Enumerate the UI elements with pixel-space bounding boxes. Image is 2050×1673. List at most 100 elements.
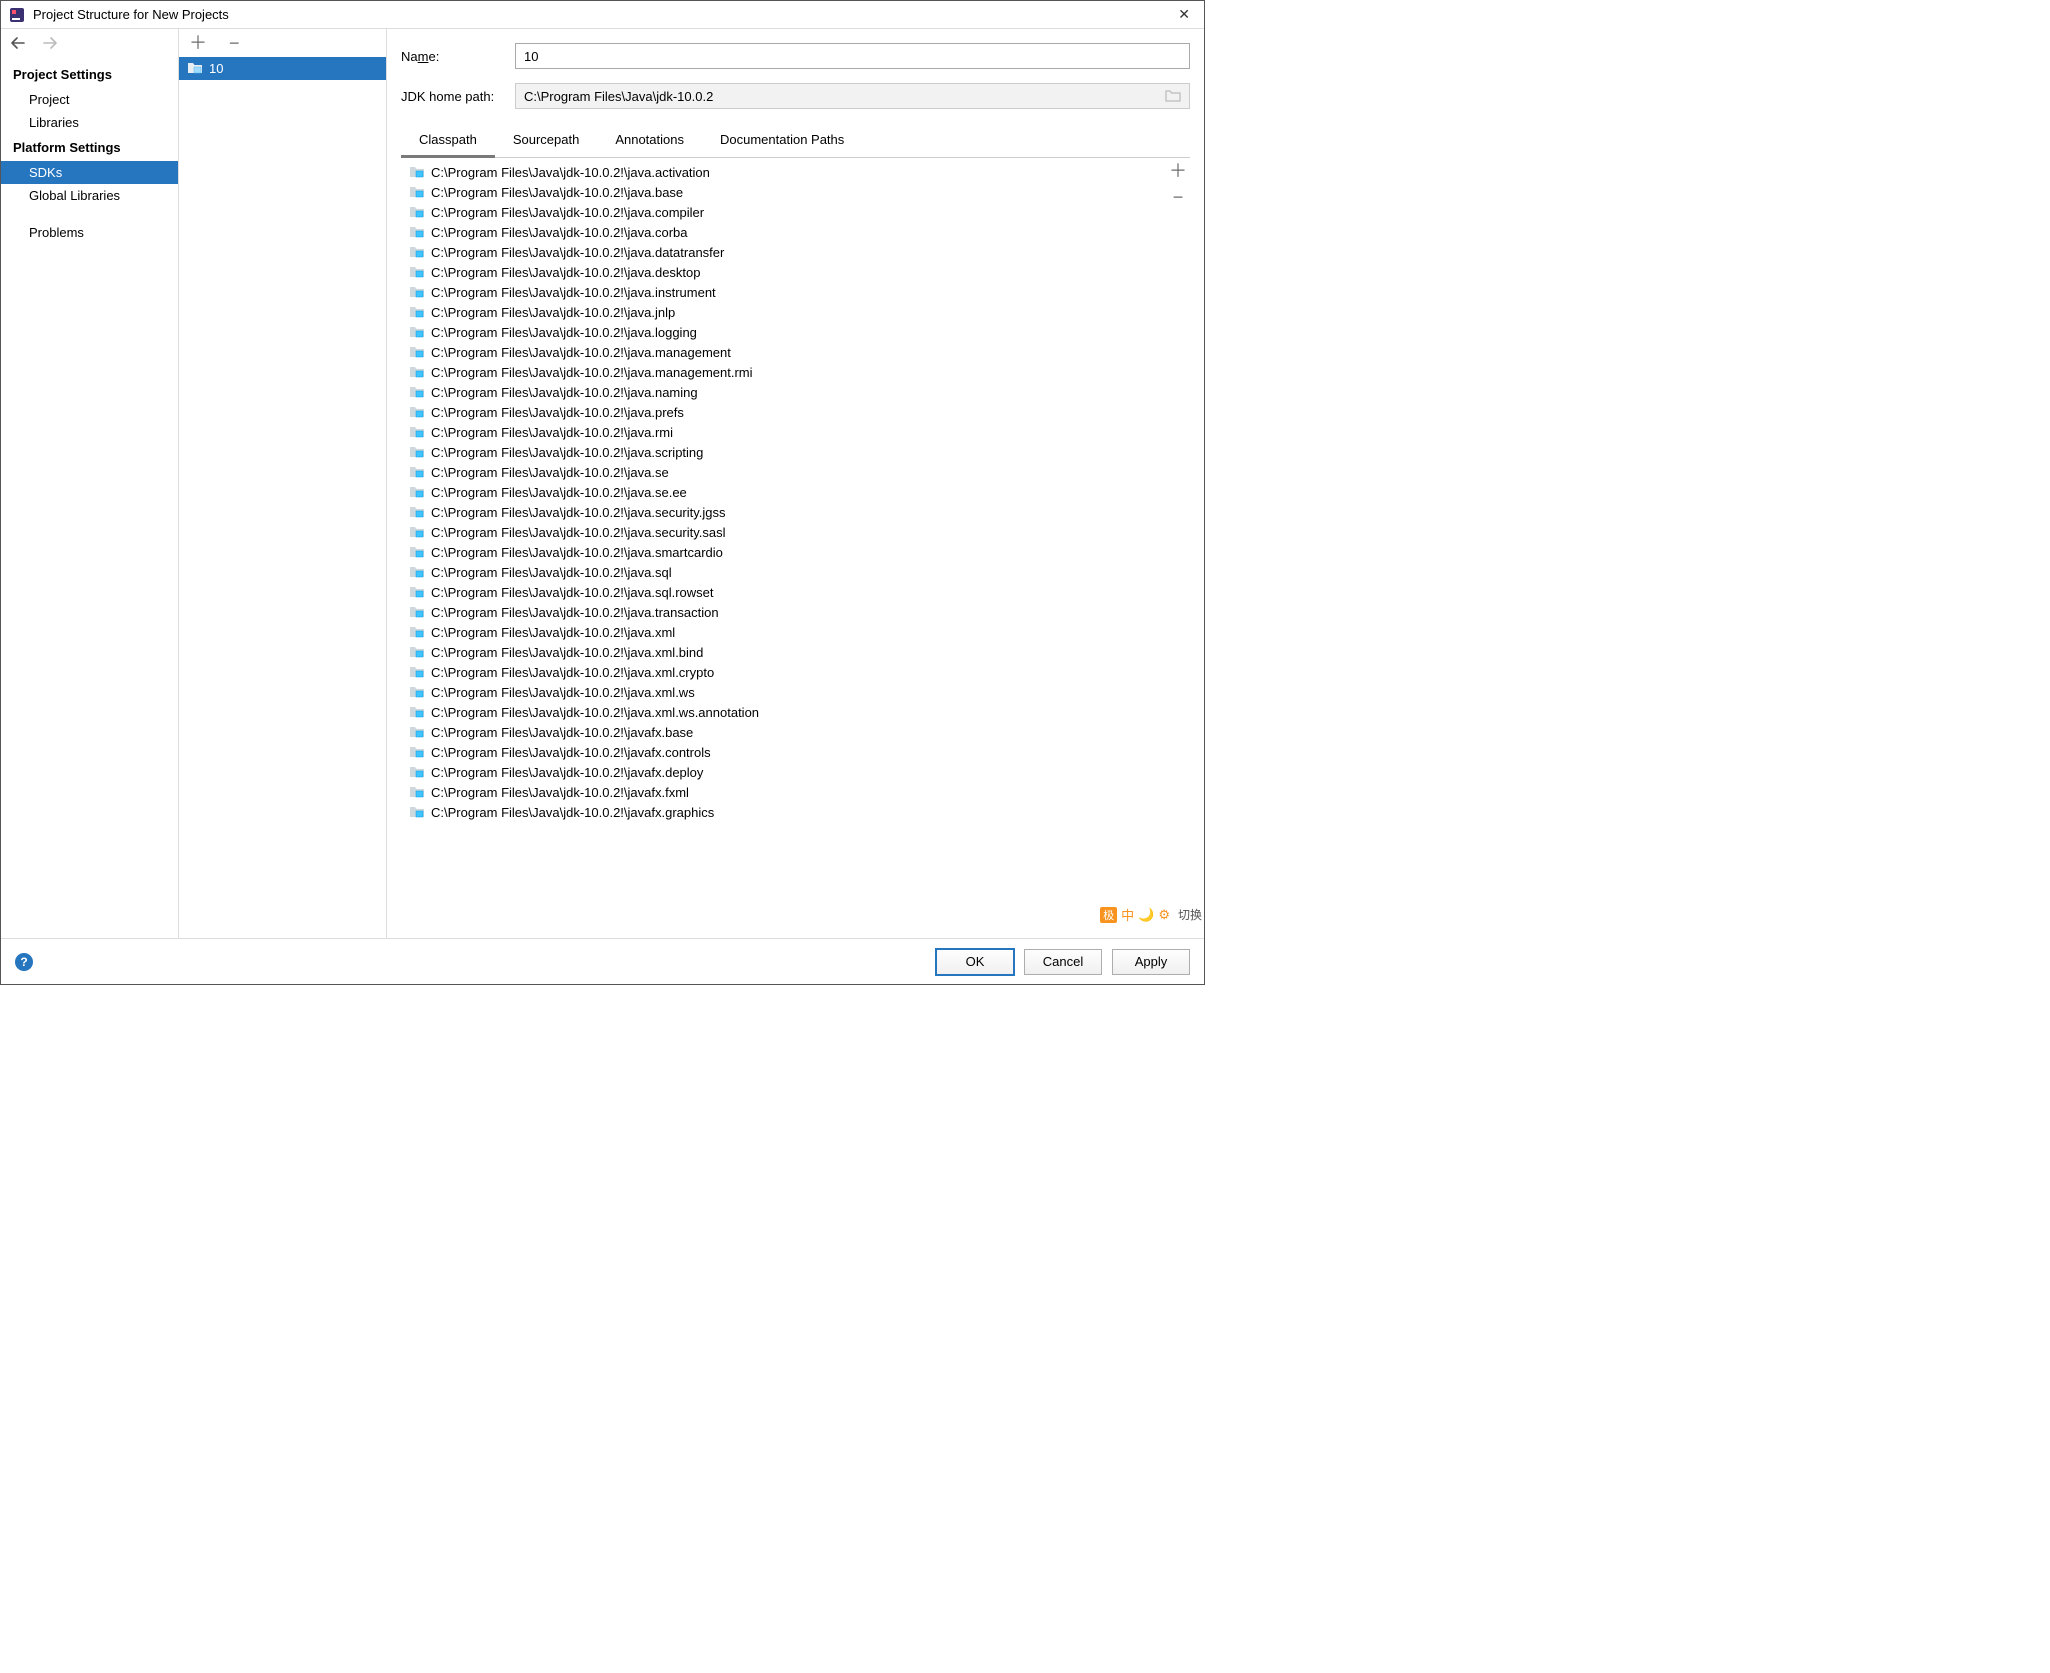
classpath-row[interactable]: C:\Program Files\Java\jdk-10.0.2!\java.m…: [405, 362, 1166, 382]
library-folder-icon: [409, 244, 425, 261]
ime-settings-icon[interactable]: ⚙: [1158, 907, 1170, 923]
ok-button[interactable]: OK: [936, 949, 1014, 975]
classpath-panel: C:\Program Files\Java\jdk-10.0.2!\java.a…: [401, 158, 1190, 938]
classpath-text: C:\Program Files\Java\jdk-10.0.2!\java.s…: [431, 525, 726, 540]
nav-item-global-libraries[interactable]: Global Libraries: [1, 184, 178, 207]
help-icon[interactable]: ?: [15, 953, 33, 971]
classpath-text: C:\Program Files\Java\jdk-10.0.2!\java.j…: [431, 305, 675, 320]
remove-sdk-icon[interactable]: −: [229, 34, 240, 52]
library-folder-icon: [409, 404, 425, 421]
classpath-text: C:\Program Files\Java\jdk-10.0.2!\java.m…: [431, 365, 753, 380]
classpath-row[interactable]: C:\Program Files\Java\jdk-10.0.2!\java.d…: [405, 242, 1166, 262]
classpath-row[interactable]: C:\Program Files\Java\jdk-10.0.2!\java.s…: [405, 542, 1166, 562]
sdk-tabs: ClasspathSourcepathAnnotationsDocumentat…: [401, 123, 1190, 158]
classpath-row[interactable]: C:\Program Files\Java\jdk-10.0.2!\java.b…: [405, 182, 1166, 202]
classpath-row[interactable]: C:\Program Files\Java\jdk-10.0.2!\java.m…: [405, 342, 1166, 362]
nav-item-libraries[interactable]: Libraries: [1, 111, 178, 134]
tab-sourcepath[interactable]: Sourcepath: [495, 124, 598, 158]
back-icon[interactable]: [11, 37, 25, 49]
sdk-item-label: 10: [209, 61, 223, 76]
classpath-text: C:\Program Files\Java\jdk-10.0.2!\java.a…: [431, 165, 710, 180]
classpath-row[interactable]: C:\Program Files\Java\jdk-10.0.2!\javafx…: [405, 762, 1166, 782]
tab-documentation-paths[interactable]: Documentation Paths: [702, 124, 862, 158]
classpath-row[interactable]: C:\Program Files\Java\jdk-10.0.2!\java.s…: [405, 442, 1166, 462]
classpath-row[interactable]: C:\Program Files\Java\jdk-10.0.2!\java.r…: [405, 422, 1166, 442]
nav-item-project[interactable]: Project: [1, 88, 178, 111]
classpath-row[interactable]: C:\Program Files\Java\jdk-10.0.2!\java.s…: [405, 462, 1166, 482]
classpath-text: C:\Program Files\Java\jdk-10.0.2!\javafx…: [431, 765, 703, 780]
library-folder-icon: [409, 644, 425, 661]
browse-folder-icon[interactable]: [1165, 88, 1181, 105]
sdk-details: Name: JDK home path: C:\Program Files\Ja…: [387, 29, 1204, 938]
classpath-text: C:\Program Files\Java\jdk-10.0.2!\java.x…: [431, 685, 695, 700]
classpath-row[interactable]: C:\Program Files\Java\jdk-10.0.2!\java.s…: [405, 482, 1166, 502]
classpath-row[interactable]: C:\Program Files\Java\jdk-10.0.2!\java.j…: [405, 302, 1166, 322]
classpath-text: C:\Program Files\Java\jdk-10.0.2!\java.s…: [431, 445, 703, 460]
add-sdk-icon[interactable]: ＋: [189, 34, 207, 52]
path-row: JDK home path: C:\Program Files\Java\jdk…: [401, 83, 1190, 109]
classpath-remove-icon[interactable]: −: [1173, 188, 1184, 206]
forward-icon[interactable]: [43, 37, 57, 49]
classpath-row[interactable]: C:\Program Files\Java\jdk-10.0.2!\java.s…: [405, 502, 1166, 522]
tab-annotations[interactable]: Annotations: [597, 124, 702, 158]
classpath-row[interactable]: C:\Program Files\Java\jdk-10.0.2!\java.x…: [405, 702, 1166, 722]
sdk-item[interactable]: 10: [179, 57, 386, 80]
cancel-button[interactable]: Cancel: [1024, 949, 1102, 975]
ime-switch[interactable]: 切换: [1178, 906, 1202, 923]
classpath-row[interactable]: C:\Program Files\Java\jdk-10.0.2!\java.s…: [405, 522, 1166, 542]
classpath-row[interactable]: C:\Program Files\Java\jdk-10.0.2!\javafx…: [405, 722, 1166, 742]
library-folder-icon: [409, 424, 425, 441]
classpath-row[interactable]: C:\Program Files\Java\jdk-10.0.2!\java.i…: [405, 282, 1166, 302]
library-folder-icon: [409, 264, 425, 281]
classpath-row[interactable]: C:\Program Files\Java\jdk-10.0.2!\java.x…: [405, 682, 1166, 702]
classpath-row[interactable]: C:\Program Files\Java\jdk-10.0.2!\javafx…: [405, 802, 1166, 822]
nav-item-sdks[interactable]: SDKs: [1, 161, 178, 184]
library-folder-icon: [409, 584, 425, 601]
classpath-row[interactable]: C:\Program Files\Java\jdk-10.0.2!\java.c…: [405, 222, 1166, 242]
apply-button[interactable]: Apply: [1112, 949, 1190, 975]
classpath-row[interactable]: C:\Program Files\Java\jdk-10.0.2!\java.l…: [405, 322, 1166, 342]
classpath-row[interactable]: C:\Program Files\Java\jdk-10.0.2!\java.t…: [405, 602, 1166, 622]
nav-item-problems[interactable]: Problems: [1, 221, 178, 244]
ime-moon-icon[interactable]: 🌙: [1138, 907, 1154, 923]
library-folder-icon: [409, 744, 425, 761]
library-folder-icon: [409, 224, 425, 241]
close-icon[interactable]: ✕: [1172, 6, 1196, 23]
classpath-row[interactable]: C:\Program Files\Java\jdk-10.0.2!\java.c…: [405, 202, 1166, 222]
classpath-row[interactable]: C:\Program Files\Java\jdk-10.0.2!\java.a…: [405, 162, 1166, 182]
classpath-row[interactable]: C:\Program Files\Java\jdk-10.0.2!\java.x…: [405, 662, 1166, 682]
classpath-text: C:\Program Files\Java\jdk-10.0.2!\java.x…: [431, 705, 759, 720]
classpath-text: C:\Program Files\Java\jdk-10.0.2!\java.x…: [431, 645, 703, 660]
sdk-name-input[interactable]: [515, 43, 1190, 69]
library-folder-icon: [409, 384, 425, 401]
titlebar: Project Structure for New Projects ✕: [1, 1, 1204, 29]
name-row: Name:: [401, 43, 1190, 69]
library-folder-icon: [409, 484, 425, 501]
classpath-add-icon[interactable]: ＋: [1169, 162, 1187, 180]
ime-badge[interactable]: 极: [1100, 907, 1117, 923]
classpath-row[interactable]: C:\Program Files\Java\jdk-10.0.2!\javafx…: [405, 782, 1166, 802]
project-structure-dialog: Project Structure for New Projects ✕ Pro…: [0, 0, 1205, 985]
classpath-row[interactable]: C:\Program Files\Java\jdk-10.0.2!\java.s…: [405, 562, 1166, 582]
classpath-row[interactable]: C:\Program Files\Java\jdk-10.0.2!\java.x…: [405, 642, 1166, 662]
library-folder-icon: [409, 364, 425, 381]
jdk-home-path-input[interactable]: C:\Program Files\Java\jdk-10.0.2: [515, 83, 1190, 109]
classpath-text: C:\Program Files\Java\jdk-10.0.2!\java.b…: [431, 185, 683, 200]
classpath-row[interactable]: C:\Program Files\Java\jdk-10.0.2!\java.d…: [405, 262, 1166, 282]
ime-lang[interactable]: 中: [1121, 905, 1134, 924]
classpath-text: C:\Program Files\Java\jdk-10.0.2!\java.x…: [431, 625, 675, 640]
classpath-row[interactable]: C:\Program Files\Java\jdk-10.0.2!\java.n…: [405, 382, 1166, 402]
tab-classpath[interactable]: Classpath: [401, 124, 495, 158]
classpath-text: C:\Program Files\Java\jdk-10.0.2!\java.c…: [431, 225, 688, 240]
classpath-row[interactable]: C:\Program Files\Java\jdk-10.0.2!\java.p…: [405, 402, 1166, 422]
nav-items: Project SettingsProjectLibrariesPlatform…: [1, 57, 178, 938]
ime-overlay: 极 中 🌙 ⚙ 切换: [1098, 905, 1204, 924]
classpath-text: C:\Program Files\Java\jdk-10.0.2!\java.s…: [431, 465, 669, 480]
classpath-row[interactable]: C:\Program Files\Java\jdk-10.0.2!\java.x…: [405, 622, 1166, 642]
folder-icon: [187, 60, 203, 77]
classpath-row[interactable]: C:\Program Files\Java\jdk-10.0.2!\java.s…: [405, 582, 1166, 602]
name-label: Name:: [401, 49, 515, 64]
classpath-row[interactable]: C:\Program Files\Java\jdk-10.0.2!\javafx…: [405, 742, 1166, 762]
window-title: Project Structure for New Projects: [33, 7, 1172, 22]
classpath-list[interactable]: C:\Program Files\Java\jdk-10.0.2!\java.a…: [401, 158, 1166, 938]
